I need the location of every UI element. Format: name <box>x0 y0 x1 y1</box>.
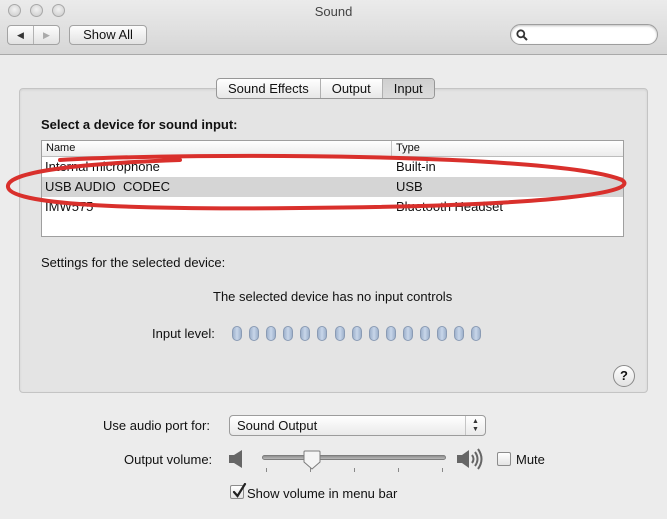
input-level-segment <box>351 326 362 341</box>
select-device-heading: Select a device for sound input: <box>41 117 238 132</box>
slider-tick <box>310 468 311 472</box>
input-level-segment <box>471 326 482 341</box>
input-device-table: Name Type Internal microphone Built-in U… <box>41 140 624 237</box>
title-bar: Sound ◀ ▶ Show All <box>0 0 667 55</box>
device-type: Bluetooth Headset <box>396 199 503 214</box>
audio-port-label: Use audio port for: <box>103 418 210 433</box>
show-all-button[interactable]: Show All <box>69 25 147 45</box>
input-level-segment <box>454 326 465 341</box>
slider-tick <box>266 468 267 472</box>
input-level-segment <box>437 326 448 341</box>
tab-input[interactable]: Input <box>381 79 434 98</box>
search-field[interactable] <box>510 24 658 45</box>
settings-heading: Settings for the selected device: <box>41 255 226 270</box>
tab-sound-effects[interactable]: Sound Effects <box>217 79 320 98</box>
column-header-type[interactable]: Type <box>392 141 420 156</box>
back-button[interactable]: ◀ <box>8 26 33 44</box>
tab-bar: Sound Effects Output Input <box>216 78 435 99</box>
search-input[interactable] <box>531 27 651 42</box>
input-level-meter <box>232 326 482 341</box>
column-header-name[interactable]: Name <box>42 141 392 156</box>
audio-port-value: Sound Output <box>237 418 318 433</box>
slider-tick <box>354 468 355 472</box>
output-volume-slider[interactable] <box>262 450 446 477</box>
forward-button[interactable]: ▶ <box>33 26 59 44</box>
help-button[interactable]: ? <box>613 365 635 387</box>
window-title: Sound <box>314 4 353 19</box>
table-row-selected[interactable]: USB AUDIO CODEC USB <box>42 177 623 197</box>
table-row[interactable]: IMW575 Bluetooth Headset <box>42 197 623 217</box>
back-arrow-icon: ◀ <box>17 29 24 40</box>
slider-tick <box>398 468 399 472</box>
output-volume-label: Output volume: <box>124 452 213 467</box>
input-level-segment <box>232 326 242 341</box>
speaker-high-icon <box>457 448 483 470</box>
input-level-segment <box>368 326 379 341</box>
input-level-label: Input level: <box>152 326 215 341</box>
slider-tick <box>442 468 443 472</box>
input-level-segment <box>334 326 345 341</box>
speaker-low-icon <box>229 450 242 468</box>
slider-thumb[interactable] <box>303 450 321 470</box>
tab-output[interactable]: Output <box>319 79 382 98</box>
show-volume-checkbox[interactable] <box>230 483 247 499</box>
device-name: IMW575 <box>45 199 94 214</box>
input-level-segment <box>283 326 294 341</box>
up-down-arrows-icon: ▲ ▼ <box>465 416 485 435</box>
input-level-segment <box>249 326 260 341</box>
input-level-segment <box>300 326 311 341</box>
device-name: Internal microphone <box>45 159 160 174</box>
mute-checkbox[interactable] <box>497 452 511 466</box>
mute-label: Mute <box>516 452 545 467</box>
device-name: USB AUDIO CODEC <box>45 179 170 194</box>
input-level-segment <box>266 326 277 341</box>
search-icon <box>516 29 528 41</box>
slider-track[interactable] <box>262 455 446 460</box>
input-settings-panel <box>19 88 648 393</box>
input-level-segment <box>420 326 431 341</box>
show-volume-label: Show volume in menu bar <box>247 486 398 501</box>
no-controls-message: The selected device has no input control… <box>213 289 453 304</box>
device-type: USB <box>396 179 423 194</box>
table-row[interactable]: Internal microphone Built-in <box>42 157 623 177</box>
checkmark-icon <box>232 483 247 498</box>
input-level-segment <box>402 326 413 341</box>
forward-arrow-icon: ▶ <box>43 29 50 40</box>
input-level-segment <box>385 326 396 341</box>
audio-port-popup[interactable]: Sound Output ▲ ▼ <box>229 415 486 436</box>
table-header: Name Type <box>42 141 623 157</box>
device-type: Built-in <box>396 159 436 174</box>
input-level-segment <box>317 326 328 341</box>
back-forward-control: ◀ ▶ <box>7 25 60 45</box>
